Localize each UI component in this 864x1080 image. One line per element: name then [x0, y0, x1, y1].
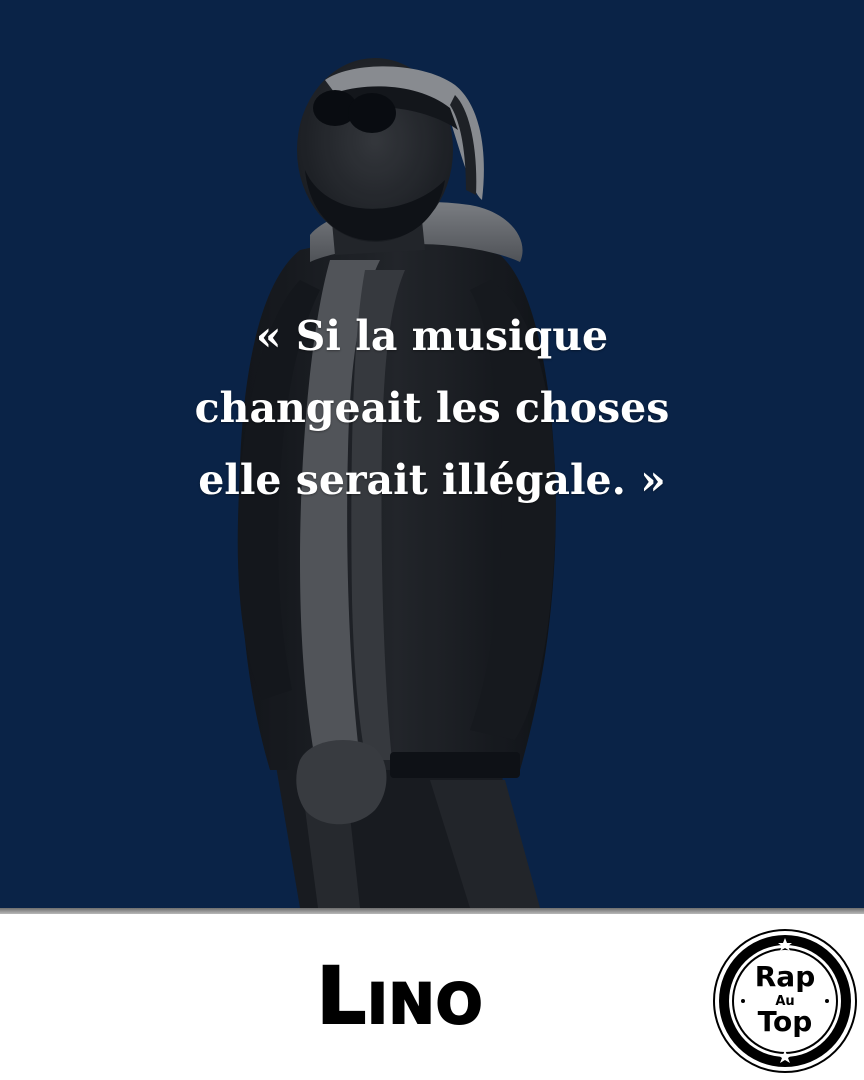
rap-au-top-logo: Rap Au Top [712, 928, 858, 1074]
photo-panel: « Si la musique changeait les choses ell… [0, 0, 864, 908]
logo-word-top: Rap [755, 960, 816, 993]
quote-poster: « Si la musique changeait les choses ell… [0, 0, 864, 1080]
quote-line: « Si la musique [255, 312, 609, 360]
quote-line: elle serait illégale. » [198, 456, 666, 504]
artist-name: Lino [316, 951, 484, 1043]
quote-text: « Si la musique changeait les choses ell… [60, 300, 804, 516]
caption-panel: Lino Rap Au Top [0, 914, 864, 1080]
logo-word-bottom: Top [758, 1005, 813, 1038]
quote-line: changeait les choses [194, 384, 670, 432]
